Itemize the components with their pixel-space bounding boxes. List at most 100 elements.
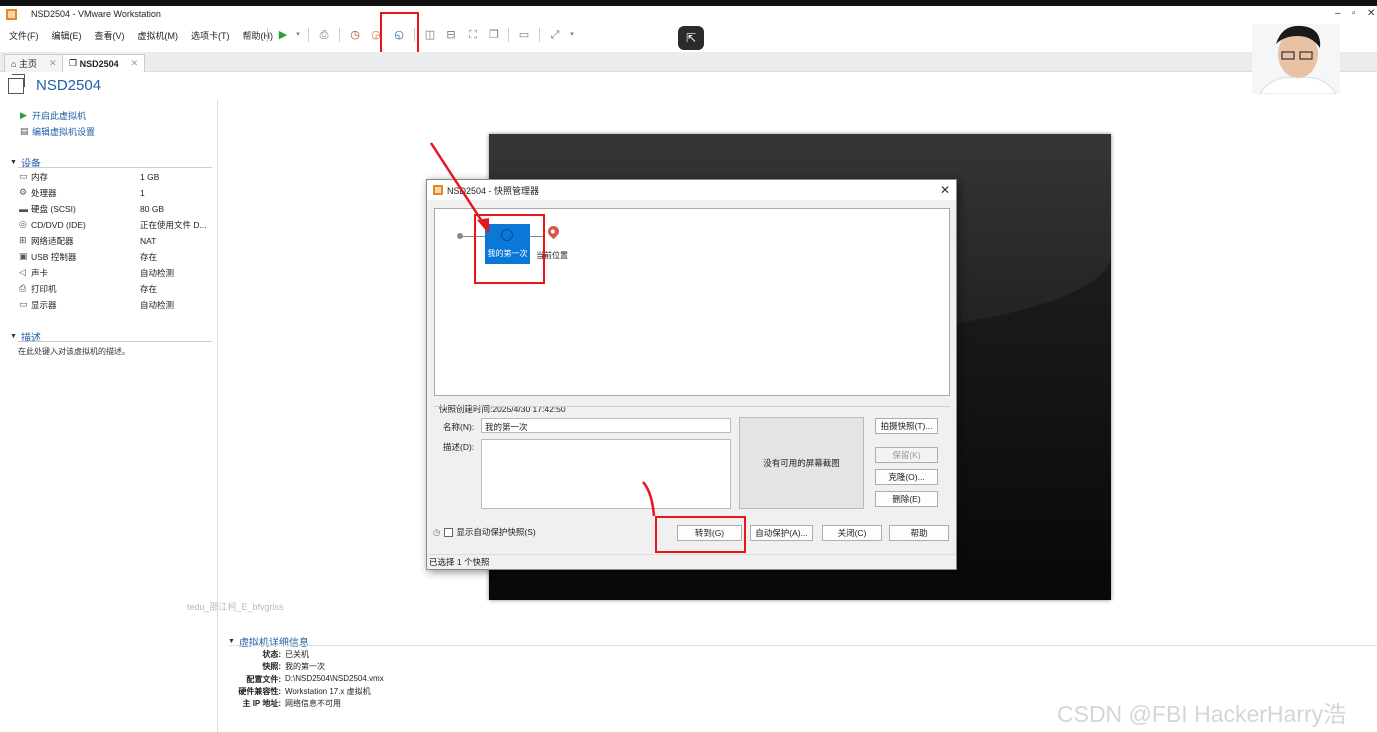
memory-icon: ▭: [19, 171, 28, 181]
menu-vm[interactable]: 虚拟机(M): [138, 29, 179, 42]
snapshot-description-input[interactable]: [481, 439, 731, 509]
clone-button[interactable]: 克隆(O)...: [875, 469, 938, 485]
minimize-icon[interactable]: –: [1335, 8, 1341, 19]
device-name: CD/DVD (IDE): [31, 219, 86, 230]
detail-row: 配置文件: D:\NSD2504\NSD2504.vmx: [230, 674, 630, 685]
menu-edit[interactable]: 编辑(E): [52, 29, 82, 42]
device-row-cd[interactable]: ◎ CD/DVD (IDE) 正在使用文件 D...: [19, 217, 214, 232]
chevron-down-icon: ▼: [228, 638, 235, 645]
details-section-toggle[interactable]: ▼ 虚拟机详细信息: [228, 634, 309, 649]
detail-row: 主 IP 地址: 网络信息不可用: [230, 698, 630, 709]
autoprotect-button[interactable]: 自动保护(A)...: [750, 525, 813, 541]
tab-vm-label: NSD2504: [79, 58, 119, 69]
device-value: 1: [140, 187, 145, 198]
menu-help[interactable]: 帮助(H): [243, 29, 274, 42]
device-name: 硬盘 (SCSI): [31, 203, 76, 214]
home-icon: ⌂: [11, 58, 19, 69]
help-button[interactable]: 帮助: [889, 525, 949, 541]
detail-value: 已关机: [285, 650, 309, 659]
device-row-sound[interactable]: ◁ 声卡 自动检测: [19, 265, 214, 280]
name-label: 名称(N):: [443, 422, 475, 432]
power-on-icon[interactable]: ▶: [276, 28, 290, 42]
device-row-monitor[interactable]: ▭ 显示器 自动检测: [19, 297, 214, 312]
menu-tabs[interactable]: 选项卡(T): [191, 29, 230, 42]
details-section-title: 虚拟机详细信息: [238, 638, 309, 649]
selection-status: 已选择 1 个快照: [429, 557, 490, 567]
keep-button[interactable]: 保留(K): [875, 447, 938, 463]
detail-key: 主 IP 地址:: [242, 699, 281, 708]
location-pin-icon: [545, 223, 562, 240]
device-row-memory[interactable]: ▭ 内存 1 GB: [19, 169, 214, 184]
delete-button[interactable]: 删除(E): [875, 491, 938, 507]
description-text[interactable]: 在此处键入对该虚拟机的描述。: [18, 346, 130, 357]
tab-home[interactable]: ⌂ 主页 ✕: [4, 54, 64, 72]
exit-fullscreen-icon[interactable]: ⇱: [678, 26, 704, 50]
device-name: USB 控制器: [31, 251, 77, 262]
cd-icon: ◎: [19, 219, 27, 229]
device-name: 网络适配器: [31, 235, 74, 246]
device-row-network[interactable]: ⊞ 网络适配器 NAT: [19, 233, 214, 248]
device-value: 存在: [140, 283, 158, 294]
device-row-disk[interactable]: ▬ 硬盘 (SCSI) 80 GB: [19, 201, 214, 216]
send-keys-icon[interactable]: ⎙: [317, 28, 331, 42]
power-on-link[interactable]: ▶ 开启此虚拟机: [20, 109, 86, 122]
dialog-title-bar: NSD2504 - 快照管理器 ✕: [427, 180, 956, 200]
snapshot-name-input[interactable]: 我的第一次: [481, 418, 731, 433]
annotation-mark: [642, 481, 656, 517]
title-bar: NSD2504 - VMware Workstation – ▫ ✕: [0, 6, 1377, 22]
device-value: 自动检测: [140, 299, 175, 310]
tab-vm[interactable]: ❐ NSD2504 ✕: [62, 54, 146, 72]
detail-value: 网络信息不可用: [285, 699, 341, 708]
autoprotect-checkbox-row[interactable]: ◷ 显示自动保护快照(S): [433, 526, 536, 538]
chevron-down-icon[interactable]: ▾: [291, 28, 305, 42]
show-autoprotect-checkbox[interactable]: [444, 527, 454, 537]
close-icon[interactable]: ✕: [1367, 8, 1375, 19]
settings-icon: ▤: [20, 126, 29, 136]
device-row-printer[interactable]: ⎙ 打印机 存在: [19, 281, 214, 296]
device-row-usb[interactable]: ▣ USB 控制器 存在: [19, 249, 214, 264]
menu-view[interactable]: 查看(V): [95, 29, 125, 42]
annotation-arrow: [429, 142, 489, 234]
power-on-label: 开启此虚拟机: [32, 111, 87, 121]
power-on-icon: ▶: [20, 110, 27, 120]
device-name: 内存: [31, 171, 49, 182]
take-snapshot-button[interactable]: 拍摄快照(T)...: [875, 418, 938, 434]
detail-key: 状态:: [262, 650, 281, 659]
device-value: 80 GB: [140, 203, 165, 214]
detail-row: 快照: 我的第一次: [230, 661, 630, 672]
thumbnail-bar-icon[interactable]: ⊟: [444, 28, 458, 42]
maximize-icon[interactable]: ▫: [1352, 8, 1356, 19]
edit-settings-link[interactable]: ▤ 编辑虚拟机设置: [20, 125, 95, 138]
take-snapshot-icon[interactable]: ◷: [348, 28, 362, 42]
detail-key: 快照:: [262, 662, 281, 671]
description-label: 描述(D):: [443, 442, 475, 452]
window-title: NSD2504 - VMware Workstation: [31, 9, 161, 19]
clock-icon: ◷: [433, 526, 441, 537]
close-icon[interactable]: ✕: [940, 183, 950, 197]
close-icon[interactable]: ✕: [131, 58, 139, 69]
device-row-cpu[interactable]: ⚙ 处理器 1: [19, 185, 214, 200]
console-view-icon[interactable]: ▭: [517, 28, 531, 42]
sidebar-toggle-icon[interactable]: ◫: [423, 28, 437, 42]
menu-file[interactable]: 文件(F): [9, 29, 39, 42]
close-icon[interactable]: ✕: [49, 58, 57, 69]
webcam-overlay: [1252, 24, 1340, 94]
fullscreen-icon[interactable]: ⛶: [466, 28, 480, 42]
no-screenshot-text: 没有可用的屏幕截图: [763, 458, 840, 468]
device-name: 打印机: [31, 283, 57, 294]
device-value: 自动检测: [140, 267, 175, 278]
close-button[interactable]: 关闭(C): [822, 525, 882, 541]
chevron-down-icon: ▼: [10, 333, 17, 340]
detail-key: 配置文件:: [246, 675, 281, 684]
detail-value: 我的第一次: [285, 662, 325, 671]
unity-icon[interactable]: ❐: [487, 28, 501, 42]
tab-bar: ⌂ 主页 ✕ ❐ NSD2504 ✕: [0, 52, 1377, 72]
detail-row: 状态: 已关机: [230, 649, 630, 660]
vm-icon: [8, 74, 25, 94]
vm-icon: ❐: [69, 58, 80, 68]
chevron-down-icon[interactable]: ▾: [565, 28, 579, 42]
stretch-icon[interactable]: ⤢: [548, 28, 562, 42]
vm-name: NSD2504: [36, 77, 102, 94]
device-value: 存在: [140, 251, 158, 262]
monitor-icon: ▭: [19, 299, 28, 309]
